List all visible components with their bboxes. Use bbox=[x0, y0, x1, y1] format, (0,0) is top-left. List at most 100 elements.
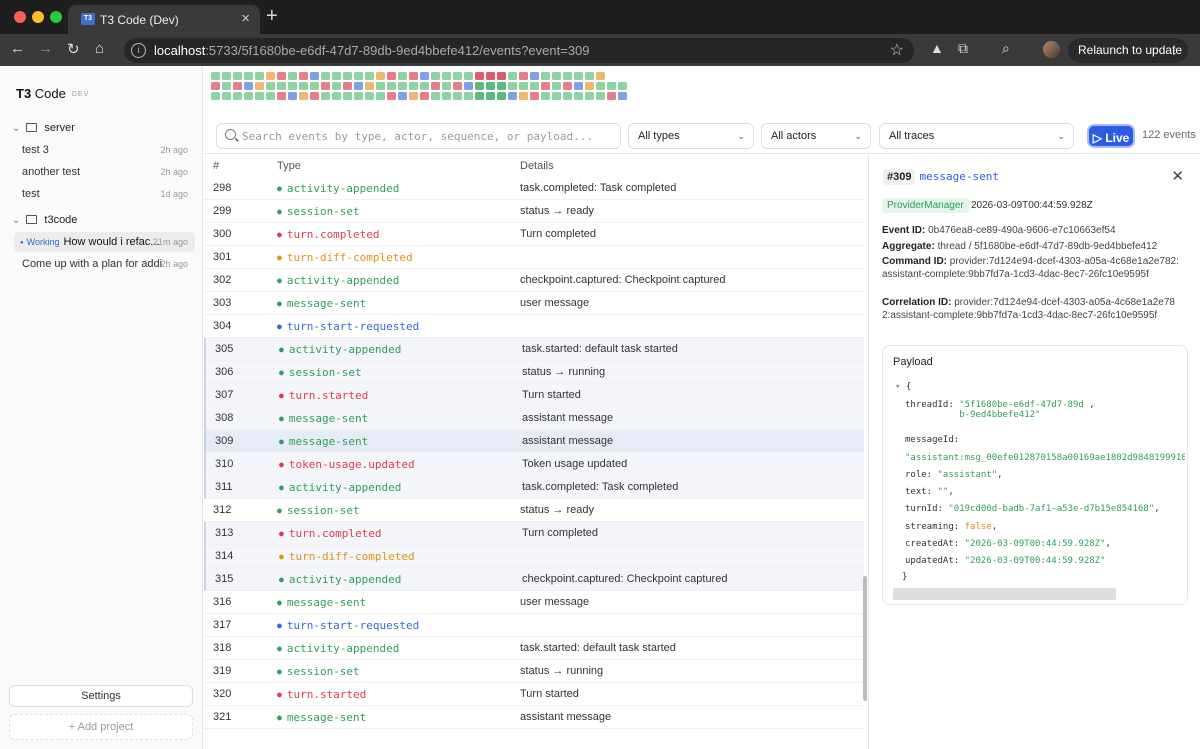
timeline-cell[interactable] bbox=[497, 72, 506, 80]
timeline-cell[interactable] bbox=[464, 72, 473, 80]
minimize-window-button[interactable] bbox=[32, 11, 44, 23]
close-icon[interactable]: ✕ bbox=[1171, 167, 1184, 185]
timeline-cell[interactable] bbox=[343, 82, 352, 90]
timeline-cell[interactable] bbox=[321, 72, 330, 80]
timeline-cell[interactable] bbox=[574, 82, 583, 90]
timeline-cell[interactable] bbox=[574, 72, 583, 80]
timeline-cell[interactable] bbox=[255, 82, 264, 90]
event-timeline[interactable] bbox=[211, 72, 641, 104]
timeline-cell[interactable] bbox=[453, 82, 462, 90]
timeline-cell[interactable] bbox=[211, 92, 220, 100]
timeline-cell[interactable] bbox=[398, 82, 407, 90]
extension-triangle-icon[interactable]: ▲ bbox=[930, 40, 944, 56]
timeline-cell[interactable] bbox=[365, 82, 374, 90]
timeline-cell[interactable] bbox=[332, 72, 341, 80]
timeline-cell[interactable] bbox=[266, 92, 275, 100]
timeline-cell[interactable] bbox=[563, 72, 572, 80]
relaunch-button[interactable]: Relaunch to update ⋮ bbox=[1068, 38, 1188, 63]
table-row[interactable]: 299 session-set status → ready bbox=[204, 200, 864, 223]
table-row[interactable]: 321 message-sent assistant message bbox=[204, 706, 864, 729]
timeline-cell[interactable] bbox=[486, 92, 495, 100]
timeline-cell[interactable] bbox=[277, 92, 286, 100]
timeline-cell[interactable] bbox=[442, 92, 451, 100]
browser-tab[interactable]: T3 T3 Code (Dev) × bbox=[68, 5, 260, 34]
timeline-cell[interactable] bbox=[310, 82, 319, 90]
table-row[interactable]: 301 turn-diff-completed bbox=[204, 246, 864, 269]
settings-button[interactable]: Settings bbox=[9, 685, 193, 707]
table-row[interactable]: 317 turn-start-requested bbox=[204, 614, 864, 637]
timeline-cell[interactable] bbox=[211, 72, 220, 80]
timeline-cell[interactable] bbox=[618, 92, 627, 100]
live-toggle-button[interactable]: ▷ Live bbox=[1087, 124, 1135, 148]
timeline-cell[interactable] bbox=[244, 92, 253, 100]
timeline-cell[interactable] bbox=[585, 72, 594, 80]
timeline-cell[interactable] bbox=[420, 72, 429, 80]
table-row[interactable]: 303 message-sent user message bbox=[204, 292, 864, 315]
profile-avatar[interactable] bbox=[1043, 41, 1060, 58]
table-row[interactable]: 307 turn.started Turn started bbox=[204, 384, 864, 407]
back-icon[interactable]: ← bbox=[10, 40, 25, 57]
timeline-cell[interactable] bbox=[431, 92, 440, 100]
timeline-cell[interactable] bbox=[618, 82, 627, 90]
table-row[interactable]: 314 turn-diff-completed bbox=[204, 545, 864, 568]
timeline-cell[interactable] bbox=[596, 72, 605, 80]
tab-close-icon[interactable]: × bbox=[241, 10, 250, 27]
timeline-cell[interactable] bbox=[530, 82, 539, 90]
traces-filter-select[interactable]: All traces ⌄ bbox=[879, 123, 1074, 149]
timeline-cell[interactable] bbox=[464, 92, 473, 100]
timeline-cell[interactable] bbox=[475, 72, 484, 80]
timeline-cell[interactable] bbox=[475, 82, 484, 90]
timeline-cell[interactable] bbox=[288, 92, 297, 100]
timeline-cell[interactable] bbox=[354, 82, 363, 90]
timeline-cell[interactable] bbox=[222, 82, 231, 90]
bookmark-star-icon[interactable]: ☆ bbox=[890, 40, 904, 60]
close-window-button[interactable] bbox=[14, 11, 26, 23]
thread-item[interactable]: another test 2h ago bbox=[14, 162, 195, 182]
timeline-cell[interactable] bbox=[519, 92, 528, 100]
table-row[interactable]: 319 session-set status → running bbox=[204, 660, 864, 683]
timeline-cell[interactable] bbox=[233, 72, 242, 80]
timeline-cell[interactable] bbox=[552, 92, 561, 100]
timeline-cell[interactable] bbox=[277, 72, 286, 80]
timeline-cell[interactable] bbox=[409, 92, 418, 100]
payload-scrollbar[interactable] bbox=[893, 588, 1116, 600]
timeline-cell[interactable] bbox=[376, 92, 385, 100]
project-group-t3code[interactable]: ⌄ t3code bbox=[12, 214, 77, 226]
thread-item[interactable]: test 1d ago bbox=[14, 184, 195, 204]
timeline-cell[interactable] bbox=[299, 72, 308, 80]
actors-filter-select[interactable]: All actors ⌄ bbox=[761, 123, 871, 149]
table-row[interactable]: 309 message-sent assistant message bbox=[204, 430, 864, 453]
timeline-cell[interactable] bbox=[607, 82, 616, 90]
timeline-cell[interactable] bbox=[607, 92, 616, 100]
table-row[interactable]: 318 activity-appended task.started: defaul… bbox=[204, 637, 864, 660]
timeline-cell[interactable] bbox=[574, 92, 583, 100]
timeline-cell[interactable] bbox=[541, 92, 550, 100]
timeline-cell[interactable] bbox=[431, 72, 440, 80]
timeline-cell[interactable] bbox=[376, 82, 385, 90]
reload-icon[interactable]: ↻ bbox=[67, 40, 80, 58]
thread-item-active[interactable]: Working How would i refac... 21m ago bbox=[14, 232, 195, 252]
timeline-cell[interactable] bbox=[343, 92, 352, 100]
add-project-button[interactable]: + Add project bbox=[9, 714, 193, 740]
table-row[interactable]: 320 turn.started Turn started bbox=[204, 683, 864, 706]
site-info-icon[interactable]: i bbox=[131, 43, 146, 58]
maximize-window-button[interactable] bbox=[50, 11, 62, 23]
thread-item[interactable]: test 3 2h ago bbox=[14, 140, 195, 160]
timeline-cell[interactable] bbox=[519, 72, 528, 80]
timeline-cell[interactable] bbox=[277, 82, 286, 90]
table-row[interactable]: 305 activity-appended task.started: defaul… bbox=[204, 338, 864, 361]
timeline-cell[interactable] bbox=[354, 72, 363, 80]
table-row[interactable]: 316 message-sent user message bbox=[204, 591, 864, 614]
timeline-cell[interactable] bbox=[266, 82, 275, 90]
timeline-cell[interactable] bbox=[233, 82, 242, 90]
timeline-cell[interactable] bbox=[552, 72, 561, 80]
project-group-server[interactable]: ⌄ server bbox=[12, 122, 75, 134]
timeline-cell[interactable] bbox=[310, 72, 319, 80]
table-scrollbar[interactable] bbox=[863, 576, 867, 701]
types-filter-select[interactable]: All types ⌄ bbox=[628, 123, 754, 149]
timeline-cell[interactable] bbox=[508, 92, 517, 100]
timeline-cell[interactable] bbox=[321, 82, 330, 90]
timeline-cell[interactable] bbox=[519, 82, 528, 90]
timeline-cell[interactable] bbox=[266, 72, 275, 80]
timeline-cell[interactable] bbox=[530, 92, 539, 100]
